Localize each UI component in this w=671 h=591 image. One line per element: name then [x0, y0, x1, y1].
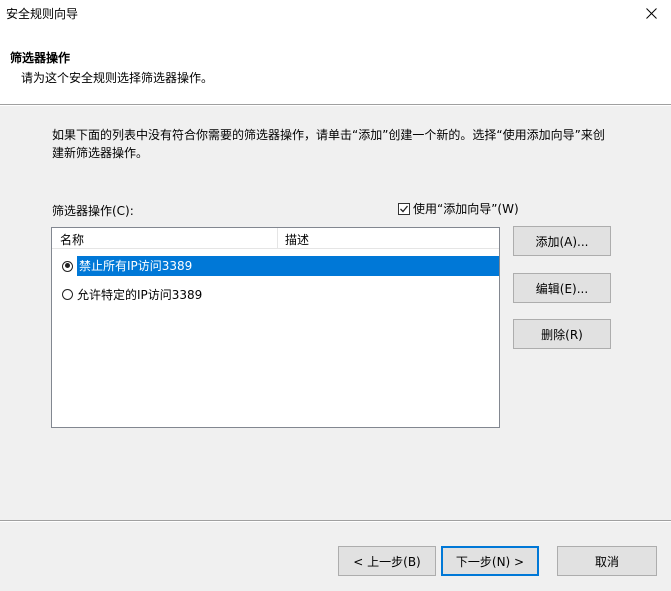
use-add-wizard-label: 使用“添加向导”(W) — [413, 202, 519, 216]
column-divider[interactable] — [277, 228, 278, 248]
column-header-description[interactable]: 描述 — [285, 231, 309, 248]
column-header-name[interactable]: 名称 — [60, 231, 84, 248]
use-add-wizard-checkbox[interactable]: 使用“添加向导”(W) — [398, 200, 519, 217]
instructions-text: 如果下面的列表中没有符合你需要的筛选器操作，请单击“添加”创建一个新的。选择“使… — [52, 128, 605, 160]
header-subtitle: 请为这个安全规则选择筛选器操作。 — [21, 71, 214, 85]
filter-actions-label: 筛选器操作(C): — [52, 204, 134, 218]
list-item[interactable]: 允许特定的IP访问3389 — [52, 284, 499, 304]
cancel-button[interactable]: 取消 — [557, 546, 657, 576]
list-header-divider — [52, 248, 499, 249]
list-item[interactable]: 禁止所有IP访问3389 — [52, 256, 499, 276]
radio-selected-icon[interactable] — [62, 260, 73, 272]
radio-unselected-icon[interactable] — [62, 288, 73, 300]
wizard-footer: < 上一步(B) 下一步(N) > 取消 — [0, 522, 671, 591]
title-bar: 安全规则向导 — [0, 0, 671, 26]
remove-button[interactable]: 删除(R) — [513, 319, 611, 349]
next-button[interactable]: 下一步(N) > — [441, 546, 539, 576]
list-item-name: 禁止所有IP访问3389 — [77, 256, 499, 276]
wizard-header: 筛选器操作 请为这个安全规则选择筛选器操作。 — [0, 26, 671, 104]
filter-actions-list[interactable]: 名称 描述 禁止所有IP访问3389 允许特定的IP访问3389 — [51, 227, 500, 428]
wizard-content: 如果下面的列表中没有符合你需要的筛选器操作，请单击“添加”创建一个新的。选择“使… — [0, 106, 671, 520]
list-item-name: 允许特定的IP访问3389 — [77, 287, 203, 302]
close-button[interactable] — [631, 0, 671, 26]
add-button[interactable]: 添加(A)... — [513, 226, 611, 256]
window-title: 安全规则向导 — [6, 7, 79, 21]
header-title: 筛选器操作 — [10, 51, 71, 65]
edit-button[interactable]: 编辑(E)... — [513, 273, 611, 303]
close-icon — [645, 7, 657, 19]
checkbox-checked-icon[interactable] — [398, 202, 410, 215]
list-header: 名称 描述 — [52, 228, 499, 248]
back-button[interactable]: < 上一步(B) — [338, 546, 436, 576]
